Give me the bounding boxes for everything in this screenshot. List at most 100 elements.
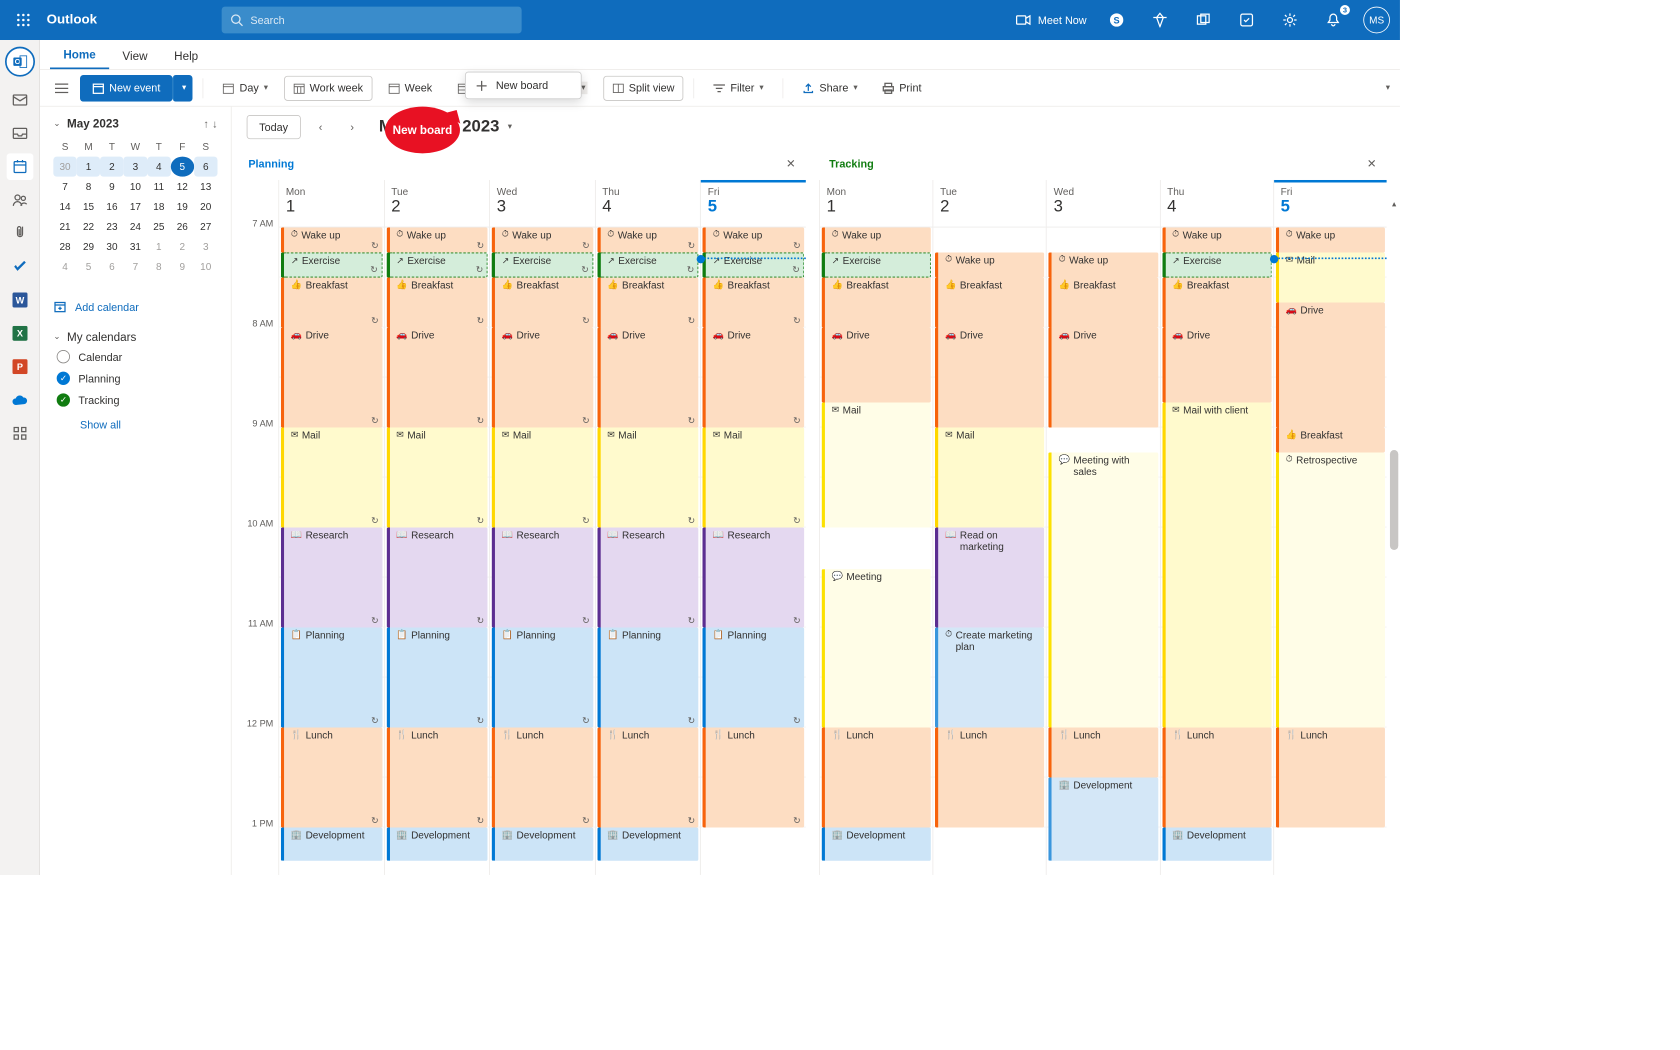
event-development[interactable]: 🏢Development <box>281 827 382 860</box>
event-drive[interactable]: 🚗Drive <box>1276 302 1385 427</box>
prev-range-icon[interactable]: ‹ <box>309 115 332 138</box>
minical-day[interactable]: 15 <box>77 197 100 217</box>
event-planning[interactable]: 📋Planning↻ <box>492 627 593 727</box>
minical-day[interactable]: 12 <box>171 177 194 197</box>
my-calendars-toggle[interactable]: ⌄ My calendars <box>53 330 217 343</box>
event-research[interactable]: 📖Research↻ <box>492 527 593 627</box>
event-wake up[interactable]: ⏱Wake up↻ <box>281 227 382 252</box>
event-breakfast[interactable]: 👍Breakfast <box>1049 277 1158 327</box>
minical-day[interactable]: 14 <box>53 197 76 217</box>
people-icon[interactable] <box>6 187 33 214</box>
share-button[interactable]: Share▾ <box>794 75 867 100</box>
event-research[interactable]: 📖Research↻ <box>597 527 698 627</box>
event-drive[interactable]: 🚗Drive↻ <box>703 327 804 427</box>
calendar-icon[interactable] <box>6 153 33 180</box>
event-planning[interactable]: 📋Planning↻ <box>386 627 487 727</box>
calendar-item-calendar[interactable]: Calendar <box>57 350 218 363</box>
calendar-checkbox[interactable]: ✓ <box>57 393 70 406</box>
event-exercise[interactable]: ↗Exercise↻ <box>386 252 487 277</box>
event-meeting with sales[interactable]: 💬Meeting with sales <box>1049 452 1158 727</box>
more-apps-icon[interactable] <box>6 420 33 447</box>
minical-day[interactable]: 1 <box>77 157 100 177</box>
filter-button[interactable]: Filter▾ <box>705 75 773 100</box>
minical-day[interactable]: 9 <box>100 177 123 197</box>
task-icon[interactable] <box>1233 7 1260 34</box>
event-lunch[interactable]: 🍴Lunch↻ <box>703 727 804 827</box>
minical-day[interactable]: 17 <box>124 197 147 217</box>
event-wake up[interactable]: ⏱Wake up <box>822 227 931 252</box>
event-drive[interactable]: 🚗Drive <box>1049 327 1158 427</box>
event-lunch[interactable]: 🍴Lunch <box>1162 727 1271 827</box>
minical-day[interactable]: 5 <box>77 257 100 277</box>
event-drive[interactable]: 🚗Drive <box>822 327 931 402</box>
minical-day[interactable]: 7 <box>53 177 76 197</box>
event-development[interactable]: 🏢Development <box>386 827 487 860</box>
minical-day[interactable]: 23 <box>100 217 123 237</box>
calendar-item-tracking[interactable]: ✓Tracking <box>57 393 218 406</box>
event-wake up[interactable]: ⏱Wake up↻ <box>492 227 593 252</box>
day-column[interactable]: Mon1⏱Wake up↻↗Exercise↻👍Breakfast↻🚗Drive… <box>278 180 383 875</box>
event-breakfast[interactable]: 👍Breakfast <box>935 277 1044 327</box>
minical-day[interactable]: 16 <box>100 197 123 217</box>
teams-icon[interactable] <box>1190 7 1217 34</box>
split-view-button[interactable]: Split view <box>603 75 684 100</box>
day-column[interactable]: Mon1⏱Wake up↗Exercise👍Breakfast🚗Drive✉Ma… <box>819 180 932 875</box>
mini-calendar[interactable]: SMTWTFS301234567891011121314151617181920… <box>53 137 217 277</box>
inbox-icon[interactable] <box>6 120 33 147</box>
search-input[interactable]: Search <box>222 7 522 34</box>
event-lunch[interactable]: 🍴Lunch↻ <box>281 727 382 827</box>
app-launcher-icon[interactable] <box>10 7 37 34</box>
todo-icon[interactable] <box>6 253 33 280</box>
event-mail[interactable]: ✉Mail↻ <box>492 427 593 527</box>
new-event-button[interactable]: New event <box>80 75 173 102</box>
range-dropdown-icon[interactable]: ▾ <box>508 122 512 131</box>
work-week-button[interactable]: Work week <box>284 75 372 100</box>
event-wake up[interactable]: ⏱Wake up <box>935 252 1044 277</box>
event-lunch[interactable]: 🍴Lunch <box>935 727 1044 827</box>
event-planning[interactable]: 📋Planning↻ <box>703 627 804 727</box>
print-button[interactable]: Print <box>873 75 930 100</box>
ribbon-collapse-icon[interactable]: ▾ <box>1386 83 1390 92</box>
close-board-icon[interactable]: ✕ <box>786 156 796 170</box>
event-wake up[interactable]: ⏱Wake up <box>1049 252 1158 277</box>
outlook-icon[interactable]: O <box>5 47 35 77</box>
event-development[interactable]: 🏢Development <box>492 827 593 860</box>
minical-day[interactable]: 2 <box>171 237 194 257</box>
event-drive[interactable]: 🚗Drive <box>1162 327 1271 402</box>
event-drive[interactable]: 🚗Drive <box>935 327 1044 427</box>
files-icon[interactable] <box>6 220 33 247</box>
event-drive[interactable]: 🚗Drive↻ <box>386 327 487 427</box>
minical-day[interactable]: 8 <box>147 257 170 277</box>
minical-day[interactable]: 13 <box>194 177 217 197</box>
event-development[interactable]: 🏢Development <box>1049 777 1158 860</box>
event-mail[interactable]: ✉Mail↻ <box>386 427 487 527</box>
event-drive[interactable]: 🚗Drive↻ <box>597 327 698 427</box>
today-button[interactable]: Today <box>247 115 301 139</box>
prev-month-icon[interactable]: ↑ <box>203 117 208 129</box>
event-read on marketing[interactable]: 📖Read on marketing <box>935 527 1044 627</box>
event-mail[interactable]: ✉Mail <box>822 402 931 527</box>
event-breakfast[interactable]: 👍Breakfast <box>1162 277 1271 327</box>
new-event-dropdown[interactable]: ▾ <box>173 75 193 102</box>
minical-day[interactable]: 21 <box>53 217 76 237</box>
avatar[interactable]: MS <box>1363 7 1390 34</box>
close-board-icon[interactable]: ✕ <box>1367 156 1377 170</box>
event-breakfast[interactable]: 👍Breakfast <box>1276 427 1385 452</box>
event-meeting[interactable]: 💬Meeting <box>822 569 931 727</box>
add-calendar-button[interactable]: Add calendar <box>53 293 217 320</box>
minical-day[interactable]: 10 <box>124 177 147 197</box>
day-column[interactable]: Fri5⏱Wake up↻↗Exercise↻👍Breakfast↻🚗Drive… <box>700 180 805 875</box>
tab-view[interactable]: View <box>109 42 161 69</box>
event-planning[interactable]: 📋Planning↻ <box>281 627 382 727</box>
event-breakfast[interactable]: 👍Breakfast↻ <box>492 277 593 327</box>
event-drive[interactable]: 🚗Drive↻ <box>492 327 593 427</box>
event-lunch[interactable]: 🍴Lunch <box>822 727 931 827</box>
minical-day[interactable]: 27 <box>194 217 217 237</box>
premium-icon[interactable] <box>1147 7 1174 34</box>
minical-day[interactable]: 25 <box>147 217 170 237</box>
minical-day[interactable]: 5 <box>171 157 194 177</box>
day-column[interactable]: Fri5⏱Wake up✉Mail🚗Drive👍Breakfast⏱Retros… <box>1273 180 1386 875</box>
day-column[interactable]: Thu4⏱Wake up↗Exercise👍Breakfast🚗Drive✉Ma… <box>1160 180 1273 875</box>
event-retrospective[interactable]: ⏱Retrospective <box>1276 452 1385 727</box>
minical-day[interactable]: 31 <box>124 237 147 257</box>
